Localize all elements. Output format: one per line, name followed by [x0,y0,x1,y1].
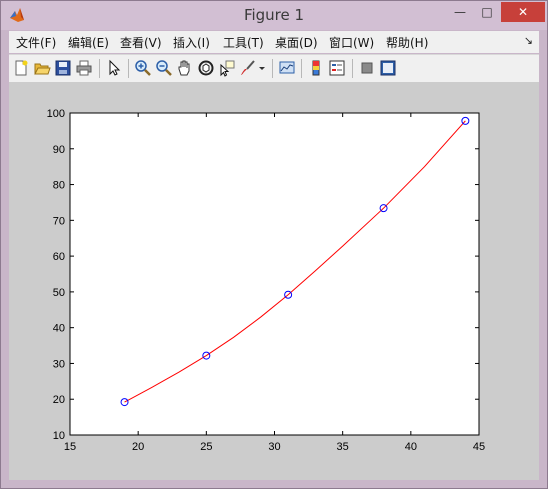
close-button[interactable]: ✕ [501,2,545,22]
x-tick-label: 30 [268,441,280,453]
save-icon[interactable] [54,59,72,77]
y-tick-label: 30 [53,358,65,370]
toolbar-separator [272,59,273,78]
zoom-out-icon[interactable] [155,59,173,77]
legend-icon[interactable] [328,59,346,77]
x-tick-label: 20 [132,441,144,453]
y-tick-label: 70 [53,215,65,227]
y-tick-label: 50 [53,287,65,299]
y-tick-label: 90 [53,144,65,156]
y-tick-label: 60 [53,251,65,263]
menu-tools[interactable]: 工具(T) [223,34,264,51]
toolbar-separator [352,59,353,78]
x-tick-label: 40 [405,441,417,453]
menubar-overflow-icon[interactable]: ↘ [524,34,533,47]
rotate-3d-icon[interactable] [197,59,215,77]
open-file-icon[interactable] [33,59,51,77]
figure-toolbar [9,54,539,83]
x-tick-label: 25 [200,441,212,453]
x-tick-label: 45 [473,441,485,453]
hide-plot-tools-icon[interactable] [358,59,376,77]
x-tick-label: 15 [64,441,76,453]
y-tick-label: 10 [53,430,65,442]
y-tick-label: 20 [53,394,65,406]
pan-hand-icon[interactable] [176,59,194,77]
menu-help[interactable]: 帮助(H) [386,34,428,51]
toolbar-separator [128,59,129,78]
toolbar-separator [301,59,302,78]
plot-axes [69,112,480,436]
plot[interactable]: 15 20 25 30 35 40 45 10 20 30 40 50 60 70 80 90 100 [9,82,539,480]
brush-dropdown-icon[interactable] [257,59,267,77]
edit-plot-arrow-icon[interactable] [105,59,123,77]
menu-file[interactable]: 文件(F) [16,34,56,51]
figure-canvas: 15 20 25 30 35 40 45 10 20 30 40 50 60 70 80 90 100 [9,82,539,480]
menu-view[interactable]: 查看(V) [120,34,162,51]
new-figure-icon[interactable] [12,59,30,77]
menu-desktop[interactable]: 桌面(D) [275,34,318,51]
title-bar[interactable]: Figure 1 — □ ✕ [1,1,547,30]
y-tick-label: 40 [53,323,65,335]
show-plot-tools-icon[interactable] [379,59,397,77]
print-icon[interactable] [75,59,93,77]
menu-window[interactable]: 窗口(W) [329,34,374,51]
link-plot-icon[interactable] [278,59,296,77]
brush-icon[interactable] [239,59,257,77]
minimize-button[interactable]: — [447,2,473,22]
menu-edit[interactable]: 编辑(E) [68,34,109,51]
menu-bar: 文件(F) 编辑(E) 查看(V) 插入(I) 工具(T) 桌面(D) 窗口(W… [9,31,539,53]
x-tick-label: 35 [337,441,349,453]
y-tick-label: 100 [47,108,65,120]
figure-window: Figure 1 — □ ✕ 文件(F) 编辑(E) 查看(V) 插入(I) 工… [0,0,548,489]
y-tick-label: 80 [53,180,65,192]
colorbar-icon[interactable] [307,59,325,77]
menu-insert[interactable]: 插入(I) [173,34,210,51]
maximize-button[interactable]: □ [474,2,500,22]
zoom-in-icon[interactable] [134,59,152,77]
toolbar-separator [99,59,100,78]
data-cursor-icon[interactable] [218,59,236,77]
